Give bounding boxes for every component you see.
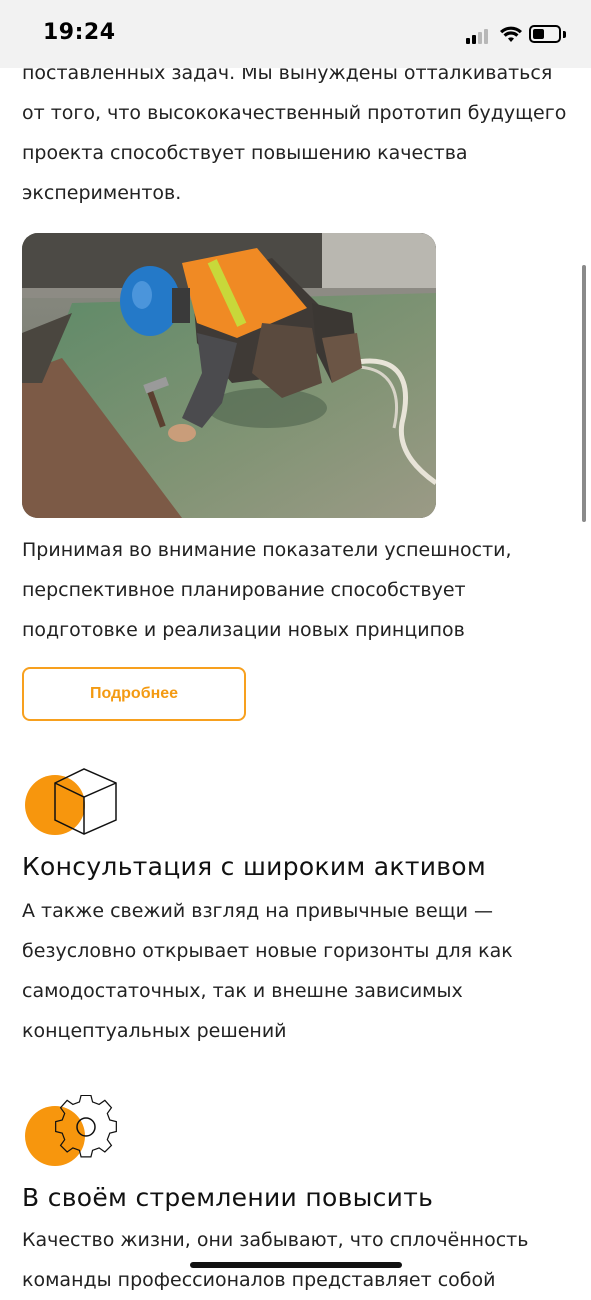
wifi-icon <box>500 26 522 42</box>
status-time: 19:24 <box>43 20 116 45</box>
feature-title-2: В своём стремлении повысить <box>22 1183 434 1212</box>
feature-text-1: А также свежий взгляд на привычные вещи … <box>22 900 513 1042</box>
more-button[interactable]: Подробнее <box>22 667 246 721</box>
hero-image <box>22 233 436 518</box>
battery-icon <box>529 25 561 43</box>
body-paragraph: Принимая во внимание показатели успешнос… <box>22 539 512 641</box>
gear-icon <box>22 1095 122 1175</box>
scrollbar[interactable] <box>582 265 586 522</box>
cube-icon <box>22 765 122 845</box>
feature-title-1: Консультация с широким активом <box>22 852 487 881</box>
home-indicator[interactable] <box>190 1262 402 1268</box>
feature-text-2: Качество жизни, они забывают, что сплочё… <box>22 1229 529 1291</box>
construction-worker-photo <box>22 233 436 518</box>
status-bar: 19:24 <box>0 0 591 68</box>
intro-paragraph: поставленных задач. Мы вынуждены отталки… <box>22 62 567 204</box>
battery-cap <box>563 31 566 38</box>
cellular-signal-icon <box>466 26 492 44</box>
